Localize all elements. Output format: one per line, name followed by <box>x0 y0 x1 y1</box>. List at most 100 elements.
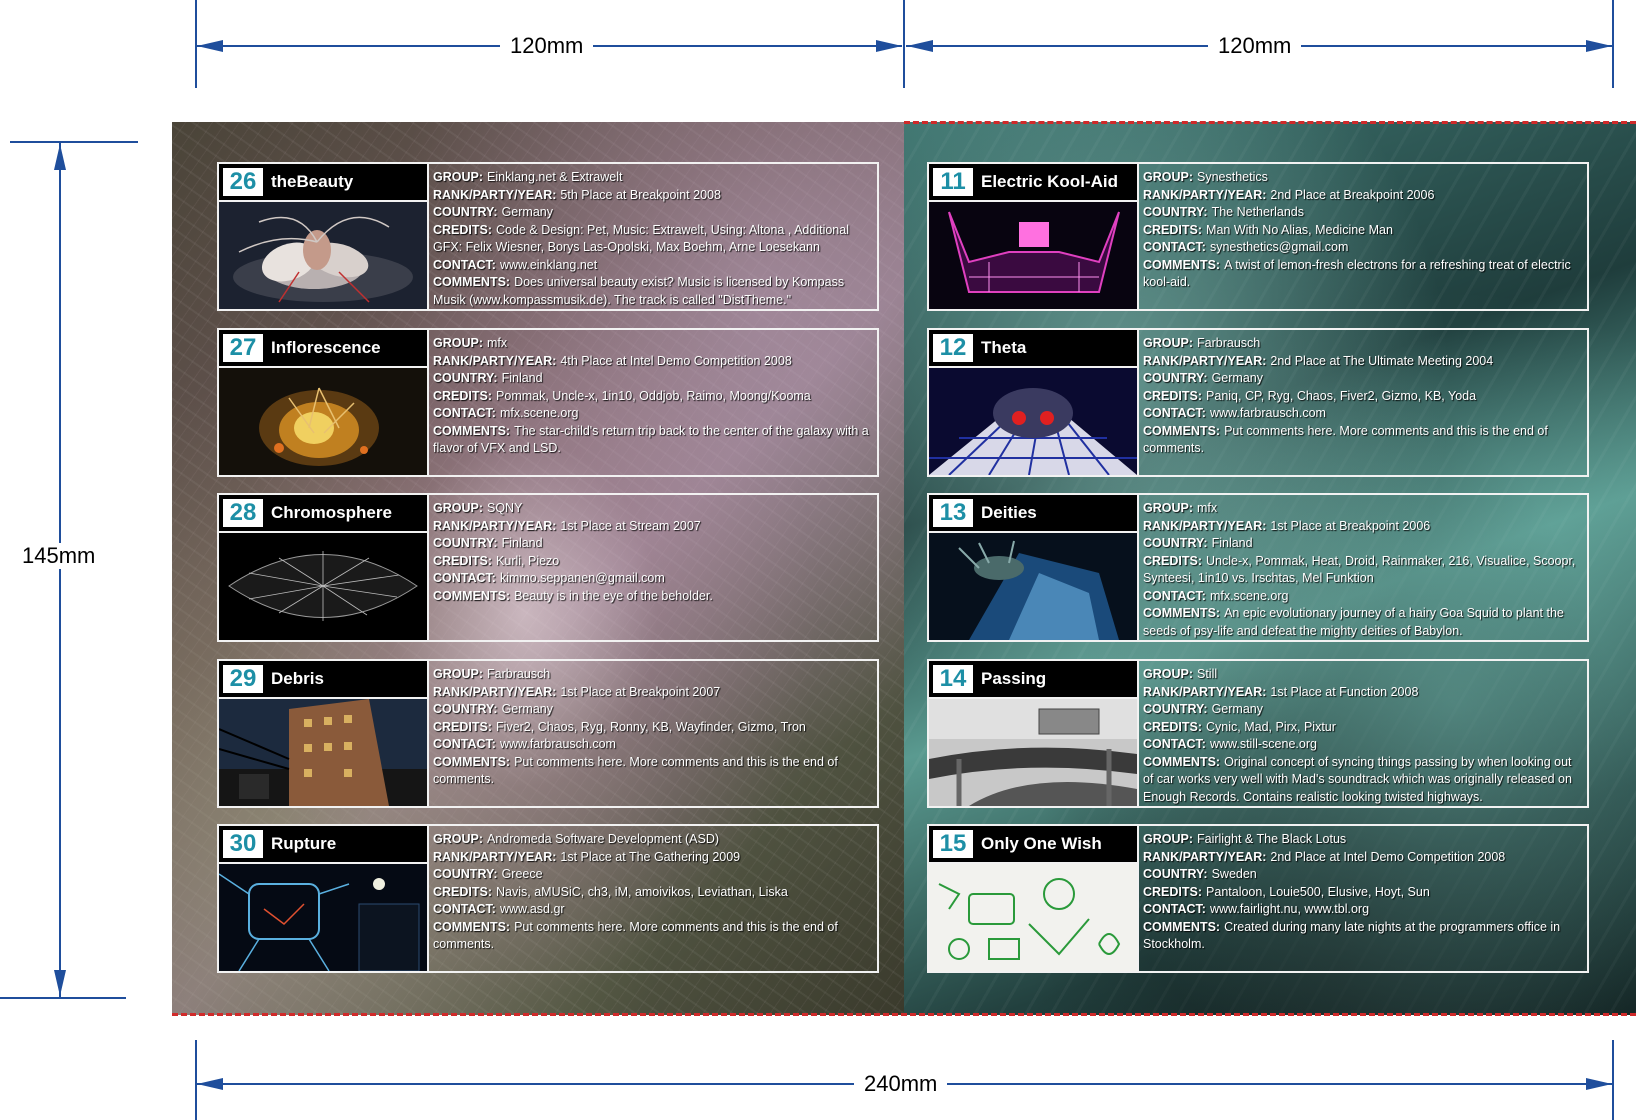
entry-credits: Man With No Alias, Medicine Man <box>1206 222 1393 237</box>
entry-rank: 2nd Place at Intel Demo Competition 2008 <box>1270 849 1506 864</box>
entry-group: Farbrausch <box>487 667 551 681</box>
entry-number: 28 <box>223 499 263 527</box>
entry-contact: www.still-scene.org <box>1209 737 1317 751</box>
entry-group: Farbrausch <box>1197 336 1261 350</box>
entry-number: 15 <box>933 830 973 858</box>
entry-thumbnail <box>219 533 427 640</box>
entry-credits: Code & Design: Pet, Music: Extrawelt, Us… <box>433 222 849 255</box>
entry-info: GROUP: Farbrausch RANK/PARTY/YEAR: 1st Pla… <box>433 667 838 786</box>
entry-rank: 1st Place at Function 2008 <box>1270 684 1419 699</box>
entry-credits: Navis, aMUSiC, ch3, iM, amoivikos, Levia… <box>496 884 788 899</box>
entry-thumbnail <box>929 699 1137 806</box>
entry-comments: Beauty is in the eye of the beholder. <box>514 588 713 603</box>
entry-thumbnail <box>929 533 1137 640</box>
entry-contact: www.einklang.net <box>499 257 598 272</box>
entry-rank: 1st Place at Stream 2007 <box>560 518 701 533</box>
entry-country: Finland <box>501 536 543 550</box>
entry-rank: 2nd Place at The Ultimate Meeting 2004 <box>1270 353 1494 368</box>
entry-credits: Pommak, Uncle-x, 1in10, Oddjob, Raimo, M… <box>496 388 811 403</box>
entry-group: mfx <box>487 336 508 350</box>
entry-contact: www.asd.gr <box>499 902 565 916</box>
entry-title: Debris <box>271 669 324 688</box>
entry-rank: 1st Place at Breakpoint 2007 <box>560 684 721 699</box>
entry-group: Fairlight & The Black Lotus <box>1197 832 1347 846</box>
entry-credits: Kurli, Piezo <box>496 553 560 568</box>
entry-info: GROUP: Still RANK/PARTY/YEAR: 1st Place at… <box>1143 667 1572 804</box>
entry-country: Greece <box>501 867 543 881</box>
entry-rank: 1st Place at Breakpoint 2006 <box>1270 518 1431 533</box>
entry-country: Germany <box>501 702 553 716</box>
entry-thumbnail <box>218 699 427 806</box>
center-fold-line <box>903 0 905 88</box>
entry-card-27: 27 Inflorescence GROUP: mfx RANK/PARTY/YE… <box>217 328 879 477</box>
entry-card-12: 12 Theta GROUP: Farbrausch RANK/PARTY/YEA… <box>927 328 1589 477</box>
entry-header: 11 Electric Kool-Aid <box>929 164 1137 202</box>
entry-title: Deities <box>981 503 1037 522</box>
entry-header: 14 Passing <box>929 661 1137 699</box>
entry-header: 29 Debris <box>219 661 427 699</box>
entry-country: Finland <box>1211 536 1253 550</box>
entry-title: Rupture <box>271 834 337 853</box>
entry-rank: 4th Place at Intel Demo Competition 2008 <box>560 353 792 368</box>
entry-thumbnail <box>929 368 1137 476</box>
entry-card-13: 13 Deities GROUP: mfx RANK/PARTY/YEAR: 1st… <box>927 493 1589 642</box>
entry-title: Only One Wish <box>981 834 1102 853</box>
entry-header: 15 Only One Wish <box>929 826 1137 864</box>
entry-number: 11 <box>933 168 973 196</box>
entry-contact: www.farbrausch.com <box>1209 406 1326 420</box>
entry-credits: Fiver2, Chaos, Ryg, Ronny, KB, Wayfinder… <box>496 719 806 734</box>
entry-info: GROUP: Farbrausch RANK/PARTY/YEAR: 2nd Pla… <box>1143 336 1548 455</box>
entry-card-30: 30 Rupture GROUP: Andromeda Software Deve… <box>217 824 879 973</box>
entry-info: GROUP: mfx RANK/PARTY/YEAR: 4th Place at I… <box>433 336 869 455</box>
entry-rank: 1st Place at The Gathering 2009 <box>560 849 741 864</box>
entry-info: GROUP: Andromeda Software Development (AS… <box>433 832 838 951</box>
entry-group: Synesthetics <box>1197 170 1268 184</box>
entry-card-15: 15 Only One Wish GROUP: Fairlight & The B… <box>927 824 1589 973</box>
entry-country: Germany <box>1211 371 1263 385</box>
entry-header: 12 Theta <box>929 330 1137 368</box>
entry-credits: Paniq, CP, Ryg, Chaos, Fiver2, Gizmo, KB… <box>1206 388 1477 403</box>
entry-contact: kimmo.seppanen@gmail.com <box>499 571 665 585</box>
entry-contact: mfx.scene.org <box>1209 588 1289 603</box>
entry-number: 30 <box>223 830 263 858</box>
entry-info: GROUP: Fairlight & The Black Lotus RANK/P… <box>1143 832 1561 951</box>
entry-group: Andromeda Software Development (ASD) <box>487 832 720 846</box>
entry-country: Germany <box>1211 702 1263 716</box>
entry-contact: www.fairlight.nu, www.tbl.org <box>1209 902 1370 916</box>
entry-country: Germany <box>501 205 553 219</box>
entry-title: Chromosphere <box>271 503 392 522</box>
cut-line-bottom <box>172 1013 1636 1016</box>
dimension-label-bottom: 240mm <box>854 1071 948 1097</box>
entry-header: 28 Chromosphere <box>219 495 427 533</box>
entry-header: 26 theBeauty <box>219 164 427 202</box>
entry-thumbnail <box>929 864 1137 971</box>
entry-card-28: 28 Chromosphere GROUP: SQNY RANK/PARTY/YE… <box>217 493 879 642</box>
entry-rank: 2nd Place at Breakpoint 2006 <box>1270 187 1435 202</box>
entry-number: 12 <box>933 334 973 362</box>
entry-contact: synesthetics@gmail.com <box>1209 240 1349 254</box>
entry-credits: Pantaloon, Louie500, Elusive, Hoyt, Sun <box>1206 884 1430 899</box>
entry-group: Einklang.net & Extrawelt <box>487 170 623 184</box>
entry-info: GROUP: Einklang.net & Extrawelt RANK/PART… <box>433 170 849 307</box>
entry-title: Electric Kool-Aid <box>981 172 1118 191</box>
entry-group: Still <box>1197 667 1218 681</box>
left-page: 26 theBeauty GROUP: Einklang.net & Extraw… <box>172 122 904 1015</box>
entry-thumbnail <box>218 864 427 972</box>
entry-country: The Netherlands <box>1211 205 1304 219</box>
entry-thumbnail <box>929 202 1137 309</box>
dimension-label-left: 145mm <box>12 543 106 569</box>
entry-info: GROUP: Synesthetics RANK/PARTY/YEAR: 2nd P… <box>1143 170 1571 289</box>
entry-title: Passing <box>981 669 1047 688</box>
entry-number: 27 <box>223 334 263 362</box>
entry-card-29: 29 Debris GROUP: Farbrausch RANK/PARTY/YE… <box>217 659 879 808</box>
entry-card-11: 11 Electric Kool-Aid GROUP: Synesthetics … <box>927 162 1589 311</box>
entry-info: GROUP: mfx RANK/PARTY/YEAR: 1st Place at B… <box>1143 501 1576 638</box>
entry-group: mfx <box>1197 501 1218 515</box>
entry-group: SQNY <box>487 501 523 515</box>
entry-info: GROUP: SQNY RANK/PARTY/YEAR: 1st Place at … <box>433 501 713 603</box>
entry-credits: Cynic, Mad, Pirx, Pixtur <box>1206 719 1336 734</box>
entry-number: 14 <box>933 665 973 693</box>
right-page: 11 Electric Kool-Aid GROUP: Synesthetics … <box>904 122 1636 1015</box>
dimension-label-top-right: 120mm <box>1208 33 1302 59</box>
entry-contact: www.farbrausch.com <box>499 737 616 751</box>
